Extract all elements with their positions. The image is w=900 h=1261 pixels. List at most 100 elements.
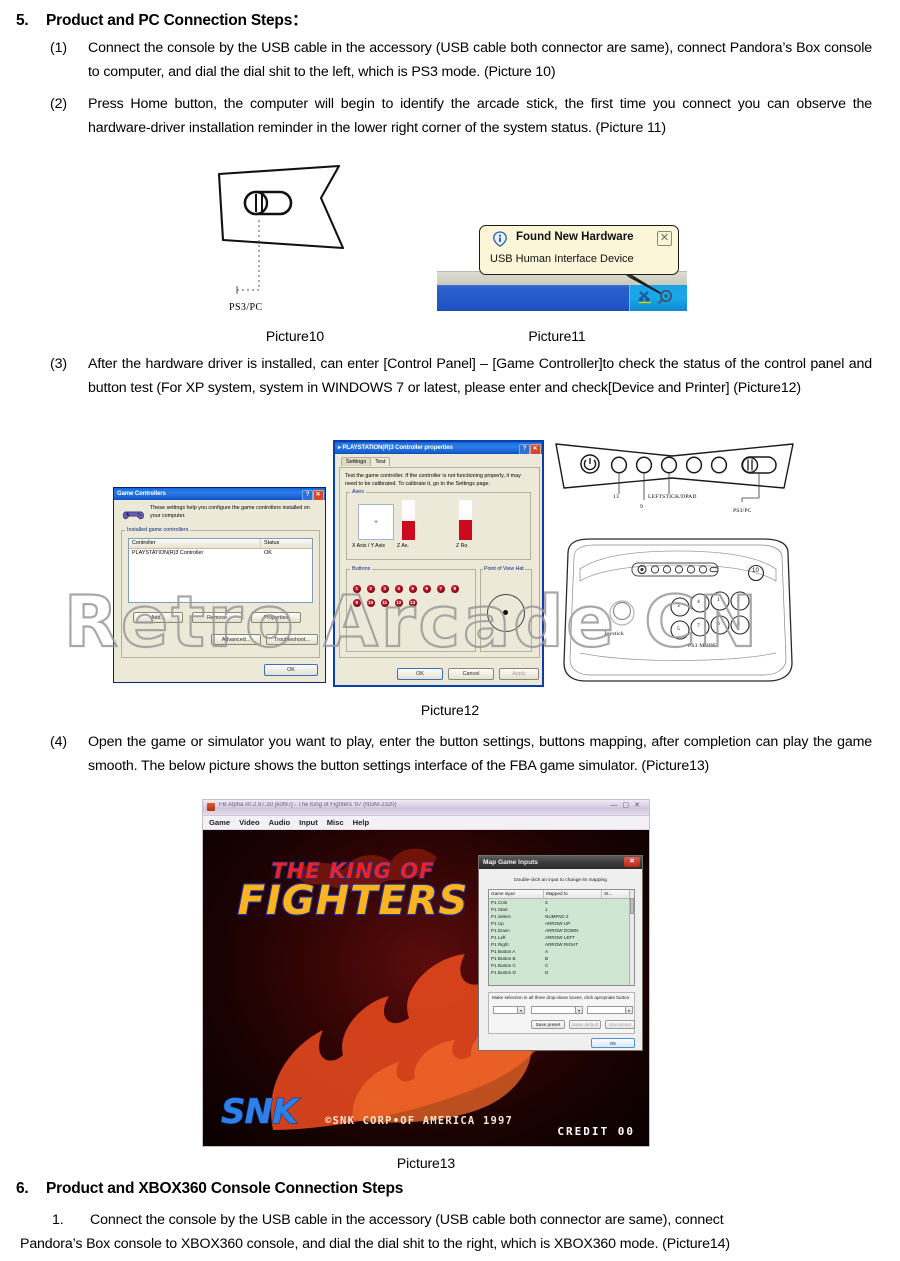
cell-game-input: P1 Button A <box>491 949 516 955</box>
cell-game-input: P1 Select <box>491 913 511 919</box>
menu-video[interactable]: Video <box>239 818 260 827</box>
minimize-icon[interactable]: — <box>611 802 623 809</box>
close-icon[interactable]: ✕ <box>634 802 645 809</box>
help-icon[interactable]: ? <box>302 489 313 500</box>
scrollbar-thumb[interactable] <box>630 898 634 914</box>
caption-picture-10: Picture10 <box>265 328 325 344</box>
controller-properties-dialog[interactable]: ▸ PLAYSTATION(R)3 Controller properties … <box>333 440 544 687</box>
properties-ok-button[interactable]: OK <box>397 668 443 680</box>
cell-mapped-to: 3 <box>545 899 548 905</box>
column-game-input: Game input <box>489 890 544 898</box>
arcade-button-4: 4 <box>697 599 700 605</box>
properties-cancel-button[interactable]: Cancel <box>448 668 494 680</box>
arcade-button-6: 6 <box>717 621 720 627</box>
map-game-inputs-ok-button[interactable]: OK <box>591 1038 635 1048</box>
table-row[interactable]: P1 Button A A <box>489 948 634 955</box>
table-row[interactable]: P1 Coin 3 <box>489 899 634 906</box>
fba-app-icon <box>207 803 215 811</box>
close-icon[interactable]: ✕ <box>624 857 640 867</box>
use-preset-button[interactable]: Use preset <box>605 1020 635 1029</box>
close-icon[interactable]: ✕ <box>657 231 672 246</box>
table-row[interactable]: P1 Button D D <box>489 969 634 976</box>
save-preset-button[interactable]: Save preset <box>531 1020 565 1029</box>
game-controllers-dialog[interactable]: Game Controllers ? ✕ These settings help… <box>113 487 326 683</box>
cell-game-input: P1 Start <box>491 906 508 912</box>
section-6-item-1-marker: 1. <box>52 1212 64 1228</box>
section-5-item-1-text: Connect the console by the USB cable in … <box>88 40 872 81</box>
game-controllers-title: Game Controllers <box>117 491 166 497</box>
help-icon[interactable]: ? <box>519 443 530 454</box>
preset-combo-2[interactable]: ▾ <box>531 1006 583 1014</box>
z-rotation-bar-fill <box>459 520 472 540</box>
map-game-inputs-hint: Double-click an input to change its mapp… <box>514 878 607 883</box>
ok-button[interactable]: OK <box>264 664 318 676</box>
info-icon <box>492 231 508 247</box>
controller-button-6: 6 <box>423 585 431 593</box>
menu-game[interactable]: Game <box>209 818 230 827</box>
make-default-button[interactable]: Make default <box>569 1020 601 1029</box>
cell-mapped-to: ARROW RIGHT <box>545 942 579 948</box>
section-6-title: Product and XBOX360 Console Connection S… <box>46 1180 404 1197</box>
maximize-icon[interactable]: ▢ <box>623 802 635 809</box>
troubleshoot-button[interactable]: Troubleshoot... <box>266 634 318 645</box>
properties-button[interactable]: Properties <box>251 612 301 623</box>
table-row[interactable]: P1 Button C C <box>489 962 634 969</box>
window-menu-icon[interactable]: ▸ <box>338 445 341 451</box>
fba-menubar[interactable]: Game Video Audio Input Misc Help <box>203 816 649 830</box>
table-row[interactable]: P1 Up ARROW UP <box>489 920 634 927</box>
document-page: 5. Product and PC Connection Steps： (1) C… <box>0 0 900 1261</box>
kof-title-block: THE KING OF FIGHTERS <box>203 860 503 922</box>
chevron-down-icon[interactable]: ▾ <box>517 1007 524 1013</box>
z-axis-caption: Z Ax. <box>397 543 409 549</box>
z-rotation-caption: Z Ro. <box>456 543 469 549</box>
buttons-group-label: Buttons <box>350 565 373 572</box>
menu-misc[interactable]: Misc <box>327 818 344 827</box>
preset-combo-3[interactable]: ▾ <box>587 1006 633 1014</box>
gamepad-icon <box>122 506 146 522</box>
xy-axis-box: + <box>358 504 394 540</box>
advanced-button[interactable]: Advanced... <box>211 634 261 645</box>
fba-emulator-window[interactable]: FB Alpha v0.2.97.30 [kof97] - The King o… <box>202 799 650 1147</box>
chevron-down-icon[interactable]: ▾ <box>625 1007 632 1013</box>
preset-combo-1[interactable]: ▾ <box>493 1006 525 1014</box>
installed-controllers-list[interactable]: Controller Status PLAYSTATION(R)3 Contro… <box>128 538 313 603</box>
controller-button-9: 9 <box>353 599 361 607</box>
section-5-item-2-marker: (2) <box>50 96 67 112</box>
section-5-number: 5. <box>16 12 29 29</box>
properties-apply-button: Apply <box>499 668 539 680</box>
menu-input[interactable]: Input <box>299 818 318 827</box>
properties-tabs[interactable]: Settings Test <box>341 457 391 466</box>
section-5-item-4: (4) Open the game or simulator you want … <box>50 730 872 779</box>
table-row[interactable]: P1 Down ARROW DOWN <box>489 927 634 934</box>
cell-mapped-to: NUMPAD 2 <box>545 913 569 919</box>
input-mapping-rows: P1 Coin 3 P1 Start 1 P1 Select NUMPAD 2 P1 Up A… <box>489 899 634 977</box>
section-5-item-3-marker: (3) <box>50 356 67 372</box>
add-button[interactable]: Add... <box>133 612 183 623</box>
tab-test[interactable]: Test <box>370 457 391 466</box>
menu-audio[interactable]: Audio <box>269 818 291 827</box>
fba-titlebar: FB Alpha v0.2.97.30 [kof97] - The King o… <box>203 800 649 816</box>
table-row[interactable]: P1 Select NUMPAD 2 <box>489 913 634 920</box>
table-row[interactable]: P1 Left ARROW LEFT <box>489 934 634 941</box>
table-row[interactable]: PLAYSTATION(R)3 Controller OK <box>129 549 312 558</box>
tab-settings[interactable]: Settings <box>341 457 372 466</box>
fba-game-screen: THE KING OF FIGHTERS SNK ©SNK CORP•OF AM… <box>203 830 649 1146</box>
ps3-pc-dial-label: PS3/PC <box>229 302 263 313</box>
input-mapping-table[interactable]: Game input Mapped to St... P1 Coin 3 P1 St… <box>488 889 635 986</box>
close-icon[interactable]: ✕ <box>529 443 541 454</box>
fba-window-buttons[interactable]: —▢✕ <box>611 801 646 809</box>
close-icon[interactable]: ✕ <box>312 489 324 500</box>
controller-button-5: 5 <box>409 585 417 593</box>
table-scrollbar[interactable] <box>629 890 634 985</box>
cell-game-input: P1 Button B <box>491 956 516 962</box>
cell-game-input: P1 Right <box>491 942 509 948</box>
remove-button[interactable]: Remove <box>192 612 242 623</box>
chevron-down-icon[interactable]: ▾ <box>575 1007 582 1013</box>
map-game-inputs-dialog[interactable]: Map Game Inputs ✕ Double-click an input … <box>478 855 643 1051</box>
menu-help[interactable]: Help <box>353 818 369 827</box>
controller-button-3: 3 <box>381 585 389 593</box>
arcade-button-2: 2 <box>737 597 740 603</box>
table-row[interactable]: P1 Right ARROW RIGHT <box>489 941 634 948</box>
table-row[interactable]: P1 Start 1 <box>489 906 634 913</box>
table-row[interactable]: P1 Button B B <box>489 955 634 962</box>
